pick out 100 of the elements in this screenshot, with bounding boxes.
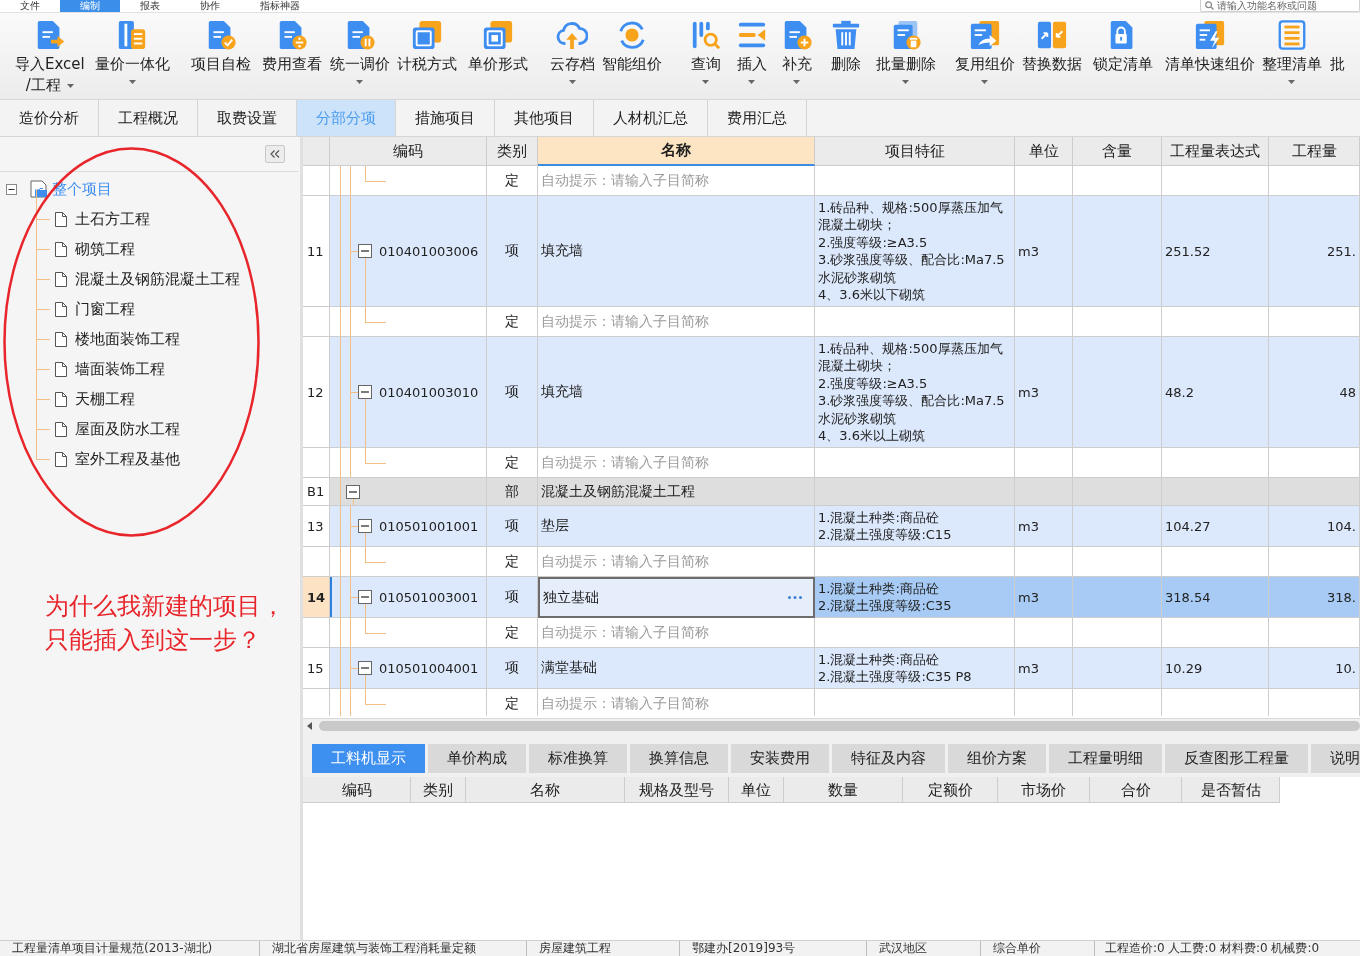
column-header[interactable]: 数量: [784, 777, 903, 803]
menu-tab[interactable]: 指标神器: [240, 0, 320, 12]
scrollbar-thumb[interactable]: [319, 721, 1360, 731]
item-code: 010501004001: [379, 660, 479, 676]
column-header[interactable]: 编码: [303, 777, 411, 803]
tab[interactable]: 措施项目: [396, 100, 495, 136]
column-header[interactable]: 规格及型号: [625, 777, 729, 803]
tree-item[interactable]: 室外工程及基他: [55, 449, 180, 469]
tab[interactable]: 工程概况: [99, 100, 198, 136]
column-header[interactable]: 工程量表达式: [1162, 137, 1269, 166]
collapse-panel-button[interactable]: [265, 145, 285, 163]
tab[interactable]: 特征及内容: [832, 744, 945, 773]
toolbar-button[interactable]: 整理清单: [1261, 13, 1322, 84]
toolbar-button[interactable]: 批量删除: [875, 13, 936, 84]
column-header[interactable]: 定额价: [903, 777, 998, 803]
menu-tab[interactable]: 文件: [0, 0, 60, 12]
column-header[interactable]: 名称: [466, 777, 625, 803]
tree-item[interactable]: 砌筑工程: [55, 239, 135, 259]
editing-cell[interactable]: 独立基础: [538, 577, 815, 618]
item-code: 010501003001: [379, 589, 479, 605]
tab[interactable]: 其他项目: [495, 100, 594, 136]
row-number: 12: [303, 337, 330, 448]
column-header[interactable]: 编码: [330, 137, 487, 166]
table-row[interactable]: B1 部 混凝土及钢筋混凝土工程: [303, 478, 1360, 506]
cell-text: 独立基础: [543, 588, 599, 607]
column-header[interactable]: 类别: [411, 777, 466, 803]
tab[interactable]: 换算信息: [630, 744, 728, 773]
tab[interactable]: 费用汇总: [708, 100, 807, 136]
document-icon: [55, 211, 67, 227]
table-row[interactable]: 12 010401003010 项 填充墙 1.砖品种、规格:500厚蒸压加气混凝土砌块； 2.强度等级:≥A3.5 3.砂浆强度等级、配合比:Ma7.5水泥砂浆砌筑 4、3.6米以上砌筑 m3 48.2 48: [303, 337, 1360, 448]
toolbar-button[interactable]: 查询: [689, 13, 722, 84]
collapse-box-icon[interactable]: [346, 484, 360, 499]
table-row[interactable]: 15 010501004001 项 满堂基础 1.混凝土种类:商品砼 2.混凝土强度等级:C35 P8 m3 10.29 10.: [303, 648, 1360, 689]
tree-item[interactable]: 门窗工程: [55, 299, 135, 319]
collapse-box-icon[interactable]: [358, 385, 372, 399]
table-cell: 垫层: [538, 506, 815, 547]
toolbar-button[interactable]: 单价形式: [467, 13, 528, 75]
table-row[interactable]: 13 010501001001 项 垫层 1.混凝土种类:商品砼 2.混凝土强度等级:C15 m3 104.27 104.: [303, 506, 1360, 547]
collapse-box-icon[interactable]: [6, 183, 17, 195]
horizontal-scrollbar[interactable]: [303, 718, 1360, 733]
search-field[interactable]: 请输入功能名称或问题: [1200, 0, 1360, 12]
tree-item[interactable]: 墙面装饰工程: [55, 359, 165, 379]
menu-tab[interactable]: 协作: [180, 0, 240, 12]
table-row[interactable]: 11 010401003006 项 填充墙 1.砖品种、规格:500厚蒸压加气混凝土砌块； 2.强度等级:≥A3.5 3.砂浆强度等级、配合比:Ma7.5水泥砂浆砌筑 4、3.6米以下砌筑 m3 251.52 251.: [303, 196, 1360, 307]
tree-item[interactable]: 混凝土及钢筋混凝土工程: [55, 269, 240, 289]
toolbar-button[interactable]: 计税方式: [396, 13, 457, 75]
toolbar-button[interactable]: 替换数据: [1021, 13, 1082, 75]
column-header[interactable]: 含量: [1073, 137, 1162, 166]
toolbar-button[interactable]: 插入: [735, 13, 768, 84]
row-number: B1: [303, 478, 330, 506]
menu-tab[interactable]: 报表: [120, 0, 180, 12]
column-header[interactable]: 是否暂估: [1182, 777, 1280, 803]
collapse-box-icon[interactable]: [358, 244, 372, 258]
toolbar-button[interactable]: 批: [1329, 13, 1345, 75]
tab[interactable]: 安装费用: [731, 744, 829, 773]
toolbar-button[interactable]: 清单快速组价: [1164, 13, 1255, 75]
collapse-box-icon[interactable]: [358, 519, 372, 533]
tree-item[interactable]: 楼地面装饰工程: [55, 329, 180, 349]
tree-item[interactable]: 土石方工程: [55, 209, 150, 229]
collapse-box-icon[interactable]: [358, 661, 372, 675]
left-arrow-icon[interactable]: [307, 722, 312, 730]
toolbar-button[interactable]: 删除: [829, 13, 862, 75]
table-cell: 318.54: [1162, 577, 1269, 618]
column-header[interactable]: 名称: [538, 137, 815, 166]
tree-item[interactable]: 屋面及防水工程: [55, 419, 180, 439]
tab[interactable]: 工程量明细: [1049, 744, 1162, 773]
collapse-box-icon[interactable]: [358, 590, 372, 604]
column-header[interactable]: 单位: [1015, 137, 1073, 166]
column-header[interactable]: 类别: [487, 137, 538, 166]
column-header[interactable]: 单位: [729, 777, 784, 803]
column-header[interactable]: 市场价: [998, 777, 1090, 803]
column-header[interactable]: 项目特征: [815, 137, 1015, 166]
tab[interactable]: 反查图形工程量: [1165, 744, 1308, 773]
toolbar-button[interactable]: 复用组价: [954, 13, 1015, 84]
toolbar-button[interactable]: 云存档: [549, 13, 595, 84]
document-icon: [55, 361, 67, 377]
table-row[interactable]: 14 010501003001 项 独立基础 1.混凝土种类:商品砼 2.混凝土强度等级:C35 m3 318.54 318.: [303, 577, 1360, 618]
cloud-upload-icon: [556, 19, 589, 51]
tab[interactable]: 人材机汇总: [594, 100, 708, 136]
toolbar-button[interactable]: 补充: [780, 13, 813, 84]
tab[interactable]: 组价方案: [948, 744, 1046, 773]
column-header[interactable]: 工程量: [1269, 137, 1360, 166]
toolbar-button[interactable]: 锁定清单: [1092, 13, 1153, 75]
tab[interactable]: 单价构成: [428, 744, 526, 773]
feature-text: 4、3.6米以下砌筑: [818, 286, 925, 304]
toolbar-button[interactable]: 量价一体化: [94, 13, 170, 84]
toolbar-button[interactable]: 智能组价: [601, 13, 662, 75]
tab[interactable]: 造价分析: [0, 100, 99, 136]
toolbar-button[interactable]: 统一调价: [329, 13, 390, 84]
table-cell: 10.29: [1162, 648, 1269, 689]
table-cell: m3: [1015, 577, 1073, 618]
table-cell: m3: [1015, 648, 1073, 689]
toolbar-button[interactable]: 项目自检: [190, 13, 251, 75]
tree-item[interactable]: 天棚工程: [55, 389, 135, 409]
tab[interactable]: 说明: [1311, 744, 1360, 773]
toolbar-button[interactable]: 导入Excel /工程: [15, 13, 85, 96]
ellipsis-icon[interactable]: [788, 596, 802, 599]
column-header[interactable]: 合价: [1090, 777, 1182, 803]
tab[interactable]: 标准换算: [529, 744, 627, 773]
toolbar-button[interactable]: 费用查看: [261, 13, 322, 75]
